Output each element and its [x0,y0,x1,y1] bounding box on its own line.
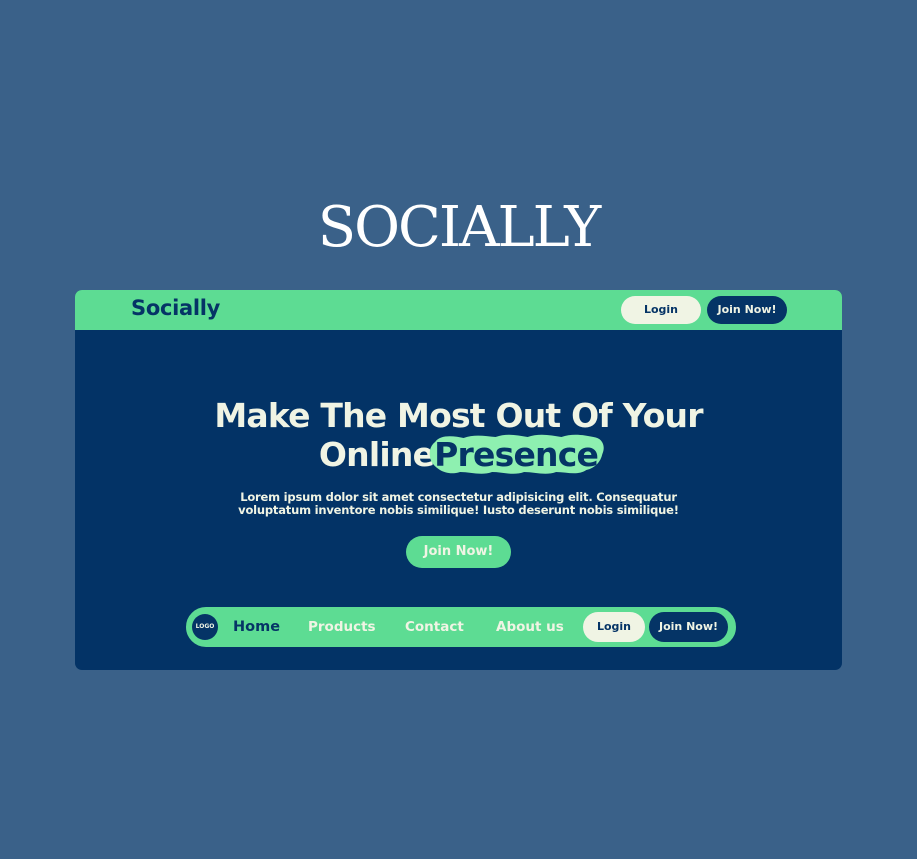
highlight-word: Presence [434,435,599,474]
login-button[interactable]: Login [621,296,701,324]
join-now-button[interactable]: Join Now! [707,296,787,324]
hero-headline: Make The Most Out Of Your Online Presence [75,396,842,474]
website-mockup: Socially Login Join Now! Make The Most O… [75,290,842,670]
hero-join-now-button[interactable]: Join Now! [406,536,511,568]
bottom-navbar: LOGO Home Products Contact About us Logi… [186,607,736,647]
nav-item-products[interactable]: Products [308,610,376,644]
logo-badge[interactable]: LOGO [192,614,218,640]
headline-line-2: Online Presence [75,434,842,474]
brand-wordmark: SOCIALLY [317,195,601,260]
headline-highlight: Presence [429,434,604,474]
nav-item-home[interactable]: Home [233,610,280,644]
nav-item-about-us[interactable]: About us [496,610,564,644]
headline-prefix: Online [318,435,435,474]
nav-item-contact[interactable]: Contact [405,610,464,644]
hero-description: Lorem ipsum dolor sit amet consectetur a… [238,490,679,517]
site-logo[interactable]: Socially [131,296,220,320]
top-navbar: Socially Login Join Now! [75,290,842,330]
nav-join-now-button[interactable]: Join Now! [649,612,728,642]
headline-line-1: Make The Most Out Of Your [214,396,703,435]
nav-login-button[interactable]: Login [583,612,645,642]
